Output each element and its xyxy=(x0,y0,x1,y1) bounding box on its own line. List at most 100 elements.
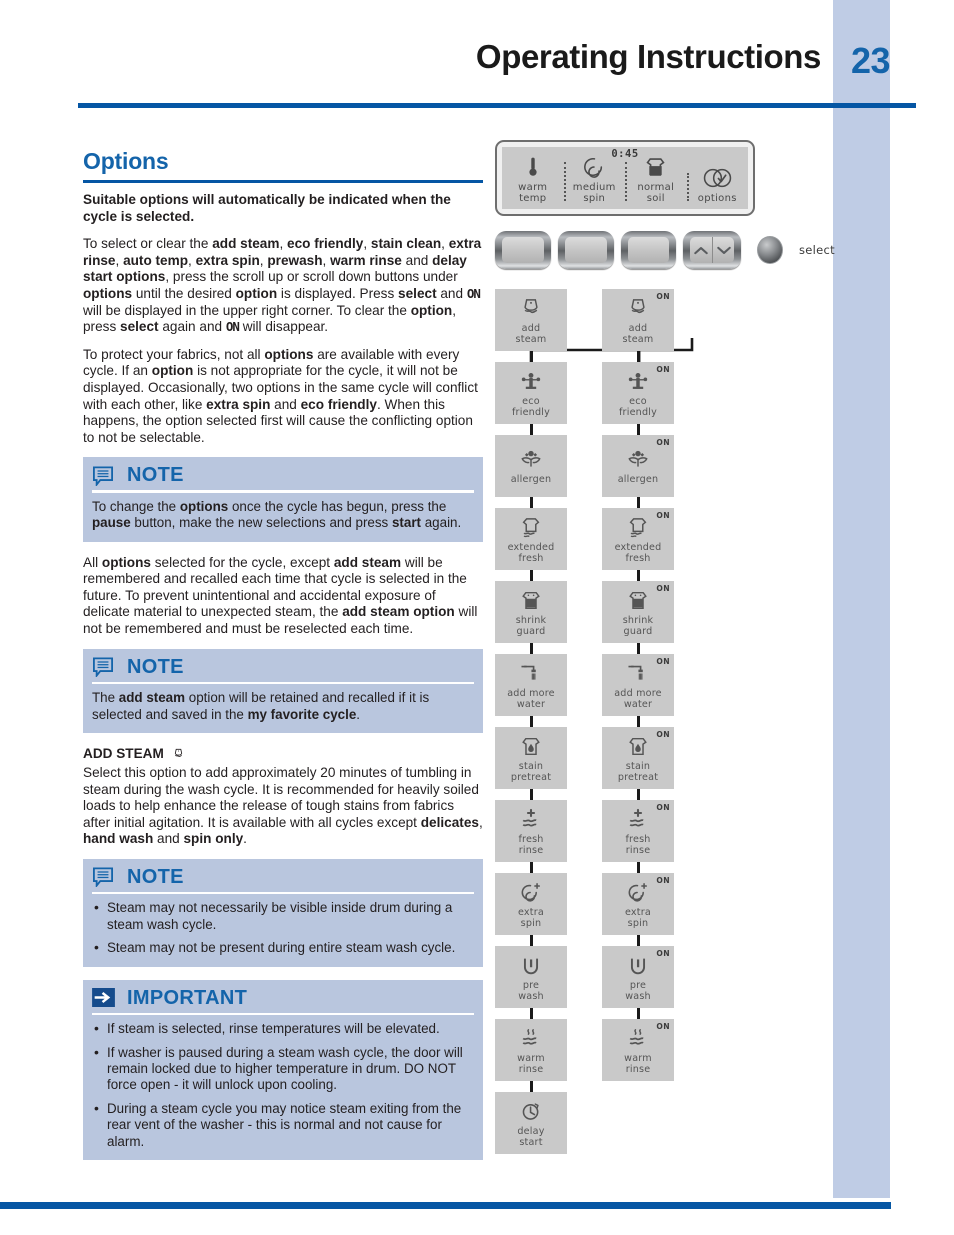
lcd-cell-warm-temp: warm temp xyxy=(502,154,564,209)
option-tile[interactable]: ON eco friendly xyxy=(602,362,674,424)
option-tile[interactable]: fresh rinse xyxy=(495,800,567,862)
on-indicator: ON xyxy=(656,292,670,301)
tile-connector xyxy=(636,789,640,800)
page-number: 23 xyxy=(851,40,891,81)
options-availability-paragraph: To protect your fabrics, not all options… xyxy=(83,346,478,445)
section-title: Options xyxy=(83,148,169,174)
callout-bullet-list: If steam is selected, rinse temperatures… xyxy=(92,1020,474,1150)
options-scroll-button[interactable] xyxy=(683,231,742,269)
option-tile[interactable]: ON pre wash xyxy=(602,946,674,1008)
option-label-line1: extra xyxy=(625,906,651,918)
arrow-right-icon xyxy=(92,988,115,1008)
option-label-line1: allergen xyxy=(617,474,659,486)
option-label-line1: pre xyxy=(629,979,647,991)
lcd-label-line1: warm xyxy=(518,182,548,193)
option-tile[interactable]: add steam xyxy=(495,289,567,351)
faucet-icon xyxy=(625,660,651,688)
options-column-on: ON add steam ON eco friendly ON allergen ON exten… xyxy=(602,289,674,1154)
option-label-line1: warm xyxy=(517,1052,545,1064)
shirt-droplet-icon xyxy=(518,733,544,761)
panel-button-1[interactable] xyxy=(495,231,551,269)
option-label-line2: water xyxy=(516,698,546,710)
option-tile[interactable]: ON shrink guard xyxy=(602,581,674,643)
button-face xyxy=(502,237,544,263)
tile-connector xyxy=(529,862,533,873)
option-tile[interactable]: add more water xyxy=(495,654,567,716)
option-tile[interactable]: ON allergen xyxy=(602,435,674,497)
clock-icon xyxy=(518,1098,544,1126)
tile-connector xyxy=(636,424,640,435)
option-label-line1: extended xyxy=(507,541,555,553)
note-callout-3: NOTE Steam may not necessarily be visibl… xyxy=(83,858,483,967)
option-tile[interactable]: shrink guard xyxy=(495,581,567,643)
add-steam-heading: ADD STEAM xyxy=(83,746,483,764)
panel-button-3[interactable] xyxy=(620,231,677,269)
lcd-label-line2: spin xyxy=(583,193,606,204)
callout-rule xyxy=(92,891,474,895)
option-label-line2: rinse xyxy=(518,1063,544,1075)
option-tile[interactable]: stain pretreat xyxy=(495,727,567,789)
thermometer-icon xyxy=(502,154,564,180)
option-tile[interactable]: ON add steam xyxy=(602,289,674,351)
chevron-up-icon[interactable] xyxy=(690,237,711,263)
lcd-label-line1: normal xyxy=(637,182,675,193)
option-tile[interactable]: warm rinse xyxy=(495,1019,567,1081)
callout-bullet: Steam may not be present during entire s… xyxy=(92,939,474,956)
tile-connector xyxy=(636,716,640,727)
button-face xyxy=(564,237,607,263)
option-tile[interactable]: ON add more water xyxy=(602,654,674,716)
option-tile[interactable]: ON warm rinse xyxy=(602,1019,674,1081)
faucet-icon xyxy=(518,660,544,688)
tile-connector xyxy=(636,1008,640,1019)
option-label-line2: pretreat xyxy=(617,771,659,783)
option-label-line1: pre xyxy=(522,979,540,991)
option-tile[interactable]: extended fresh xyxy=(495,508,567,570)
option-tile[interactable]: eco friendly xyxy=(495,362,567,424)
section-title-rule xyxy=(83,180,483,183)
on-indicator: ON xyxy=(656,803,670,812)
option-label-line1: stain xyxy=(625,760,651,772)
chevron-down-icon[interactable] xyxy=(712,237,734,263)
options-instructions-paragraph: To select or clear the add steam, eco fr… xyxy=(83,236,482,335)
callout-body: The add steam option will be retained an… xyxy=(92,690,430,722)
page-edge-tab xyxy=(833,0,890,1198)
lcd-cell-options: options xyxy=(686,165,749,209)
option-label-line1: add more xyxy=(507,687,555,699)
callout-bullet-list: Steam may not necessarily be visible ins… xyxy=(92,899,474,956)
option-label-line1: add xyxy=(628,322,648,334)
callout-rule xyxy=(92,490,474,493)
important-callout: IMPORTANT If steam is selected, rinse te… xyxy=(83,979,483,1160)
tile-connector xyxy=(636,643,640,654)
option-label-line1: shrink xyxy=(622,614,654,626)
header-rule xyxy=(78,103,916,108)
callout-rule xyxy=(92,681,474,685)
lcd-label-line2: temp xyxy=(519,193,547,204)
option-label-line2: start xyxy=(519,1136,543,1148)
option-label-line1: shrink xyxy=(515,614,547,626)
option-tile[interactable]: ON fresh rinse xyxy=(602,800,674,862)
control-panel-display: 0:45 warm temp medium spin normal soil o… xyxy=(495,140,755,216)
option-tile[interactable]: ON extended fresh xyxy=(602,508,674,570)
option-label-line1: fresh xyxy=(625,833,651,845)
shirt-icon xyxy=(625,154,687,180)
option-tile[interactable]: ON extra spin xyxy=(602,873,674,935)
spiral-plus-icon xyxy=(518,879,544,907)
option-tile[interactable]: delay start xyxy=(495,1092,567,1154)
option-tile[interactable]: extra spin xyxy=(495,873,567,935)
callout-bullet: During a steam cycle you may notice stea… xyxy=(92,1100,474,1150)
option-label-line1: fresh xyxy=(518,833,544,845)
tile-connector xyxy=(636,570,640,581)
shirt-waves-icon xyxy=(625,514,651,542)
tile-connector xyxy=(529,1081,533,1092)
callout-header: NOTE xyxy=(92,866,474,891)
lcd-label-line1: medium xyxy=(572,182,616,193)
option-tile[interactable]: pre wash xyxy=(495,946,567,1008)
spiral-icon xyxy=(564,154,626,180)
steam-icon xyxy=(518,295,544,323)
option-tile[interactable]: allergen xyxy=(495,435,567,497)
select-knob-button[interactable] xyxy=(757,236,784,264)
option-tile[interactable]: ON stain pretreat xyxy=(602,727,674,789)
eco-icon xyxy=(518,368,544,396)
panel-button-2[interactable] xyxy=(557,231,614,269)
options-circles-icon xyxy=(687,165,749,191)
